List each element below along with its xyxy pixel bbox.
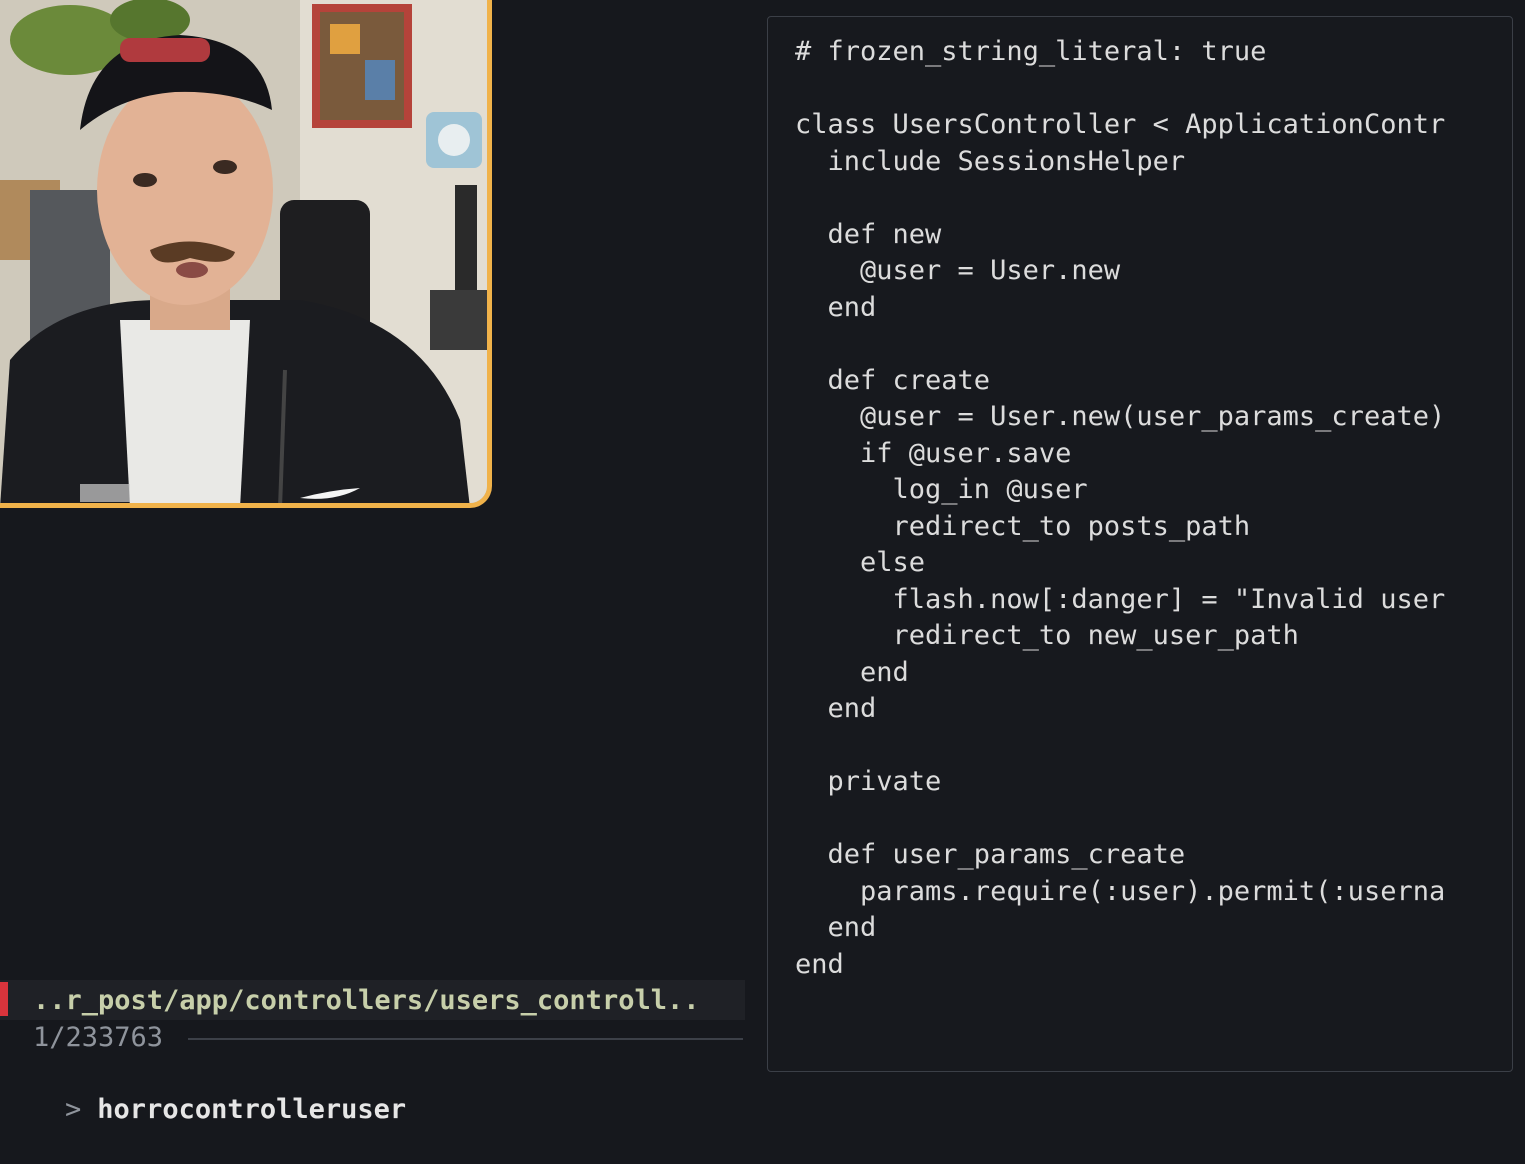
code-line: redirect_to new_user_path <box>795 620 1299 651</box>
code-line: params.require(:user).permit(:userna <box>795 875 1446 907</box>
code-line: include SessionsHelper <box>795 145 1186 177</box>
code-line: private <box>795 766 942 797</box>
code-line: @user = User.new(user_params_create) <box>795 401 1446 432</box>
code-line: def new <box>795 218 942 250</box>
code-line: class UsersController < ApplicationContr <box>795 109 1446 140</box>
match-count: 1/233763 <box>33 1022 164 1053</box>
code-line: end <box>795 948 844 980</box>
code-line: def user_params_create <box>795 839 1186 870</box>
code-line: end <box>795 693 877 724</box>
code-line: @user = User.new <box>795 255 1121 286</box>
code-line: def create <box>795 364 991 396</box>
code-line: end <box>795 656 909 688</box>
code-line: else <box>795 547 926 578</box>
code-line: redirect_to posts_path <box>795 510 1251 542</box>
search-input[interactable]: horrocontrolleruser <box>97 1094 406 1125</box>
code-preview: # frozen_string_literal: true class Users… <box>795 34 1445 983</box>
code-line: if @user.save <box>795 437 1072 469</box>
selected-result-row[interactable]: ..r_post/app/controllers/users_controll.… <box>0 980 745 1020</box>
code-line: flash.now[:danger] = "Invalid user <box>795 583 1446 615</box>
presenter-image <box>0 0 487 503</box>
presenter-webcam <box>0 0 492 508</box>
fuzzy-finder: ..r_post/app/controllers/users_controll.… <box>0 980 745 1125</box>
code-line: end <box>795 291 877 323</box>
selection-marker <box>0 982 8 1016</box>
code-line: end <box>795 912 877 943</box>
finder-prompt[interactable]: > horrocontrolleruser <box>0 1056 406 1164</box>
prompt-chevron-icon: > <box>65 1094 82 1125</box>
selected-result-path[interactable]: ..r_post/app/controllers/users_controll.… <box>33 983 699 1019</box>
code-line: log_in @user <box>795 474 1088 505</box>
file-preview-panel: # frozen_string_literal: true class Users… <box>767 16 1513 1072</box>
code-line: # frozen_string_literal: true <box>795 36 1267 67</box>
count-divider <box>188 1038 743 1040</box>
